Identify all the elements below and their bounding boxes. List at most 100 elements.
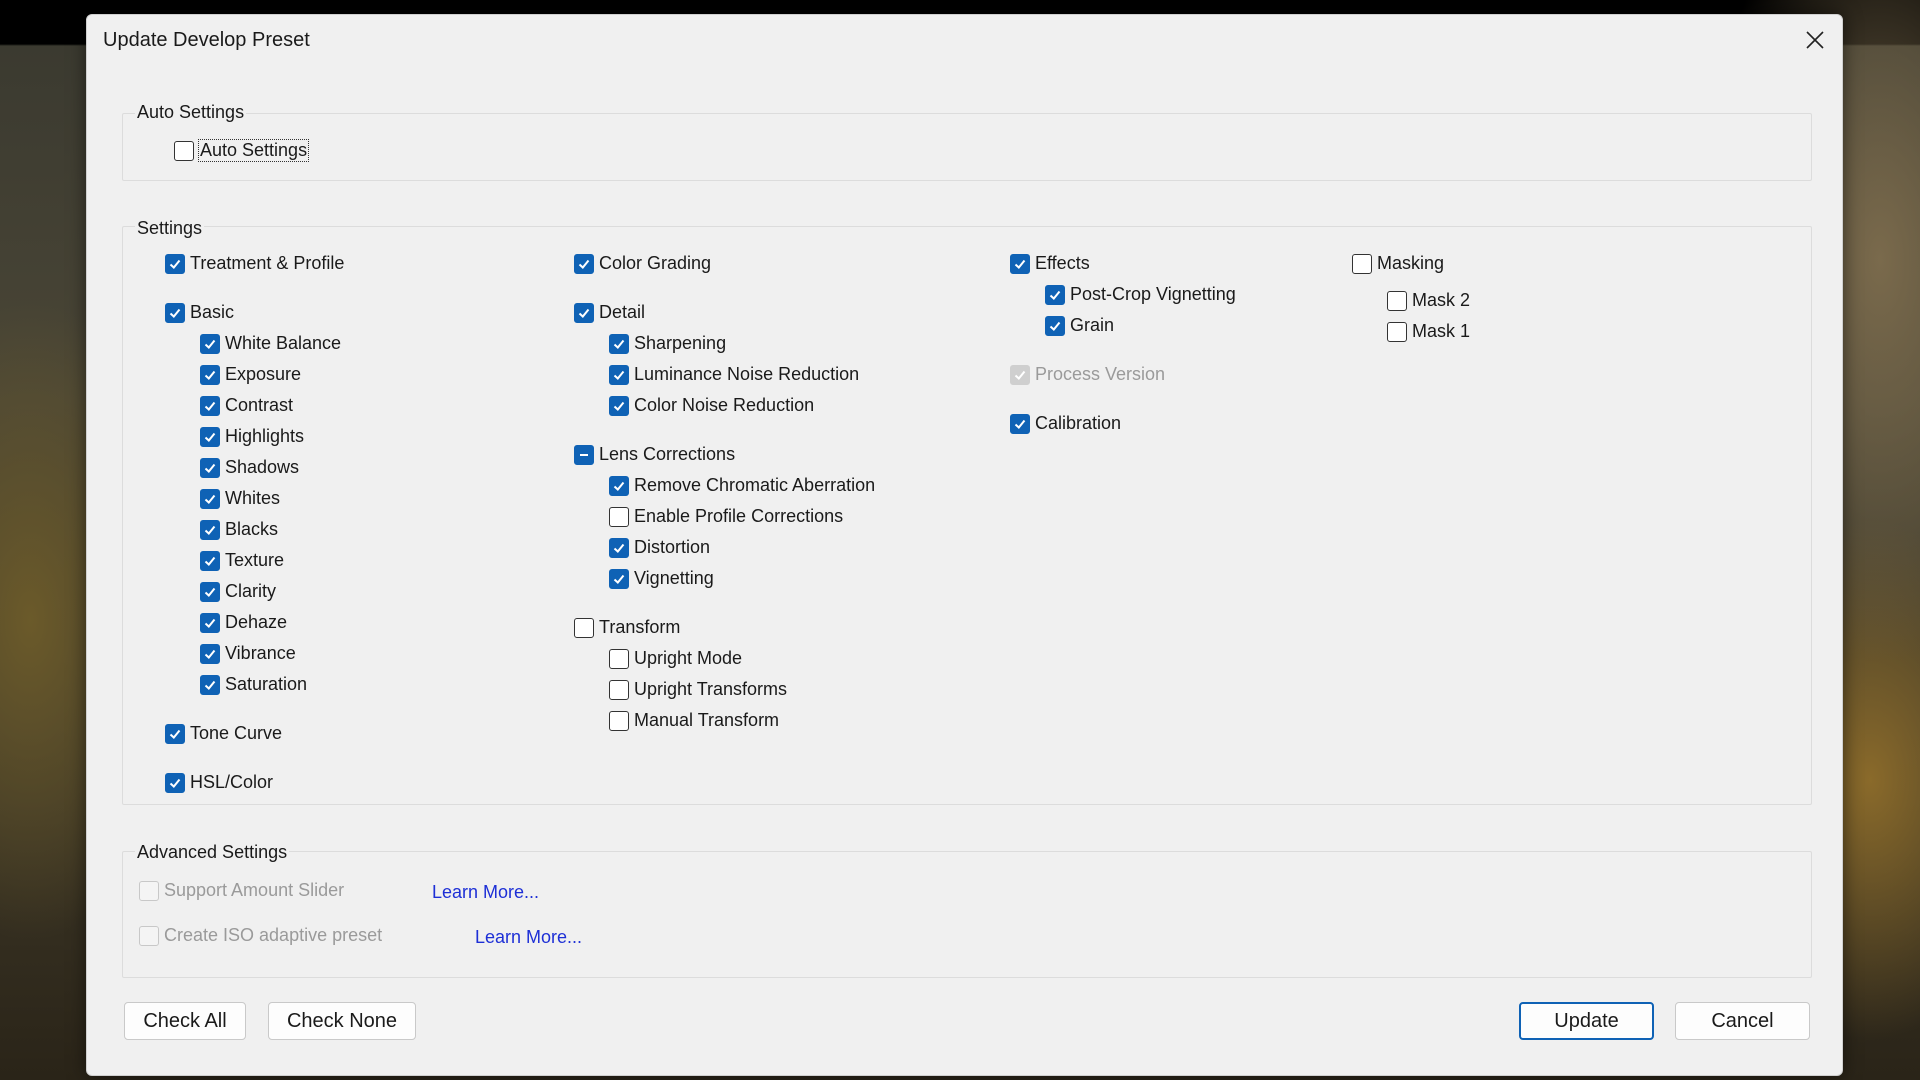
checkbox-checked-icon	[574, 302, 594, 323]
check-all-button[interactable]: Check All	[124, 1002, 246, 1040]
checkbox-hsl-color[interactable]: HSL/Color	[165, 772, 273, 793]
checkbox-label: Shadows	[225, 457, 300, 477]
checkbox-checked-icon	[609, 395, 629, 416]
checkbox-checked-icon	[200, 674, 220, 695]
checkbox-checked-icon	[200, 364, 220, 385]
checkbox-label: Color Noise Reduction	[634, 395, 815, 415]
checkbox-lens-corrections[interactable]: Lens Corrections	[574, 444, 735, 465]
checkbox-unchecked-icon	[574, 617, 594, 638]
checkbox-clarity[interactable]: Clarity	[200, 581, 276, 602]
checkbox-shadows[interactable]: Shadows	[200, 457, 299, 478]
checkbox-label: Remove Chromatic Aberration	[634, 475, 876, 495]
checkbox-unchecked-icon	[609, 710, 629, 731]
checkbox-enable-profile-corrections[interactable]: Enable Profile Corrections	[609, 506, 843, 527]
checkbox-upright-transforms[interactable]: Upright Transforms	[609, 679, 787, 700]
auto-settings-label: Auto Settings	[197, 139, 310, 162]
check-none-button[interactable]: Check None	[268, 1002, 416, 1040]
checkbox-label: Dehaze	[225, 612, 288, 632]
checkbox-unchecked-disabled-icon	[139, 925, 159, 946]
checkbox-upright-mode[interactable]: Upright Mode	[609, 648, 742, 669]
checkbox-exposure[interactable]: Exposure	[200, 364, 301, 385]
checkbox-grain[interactable]: Grain	[1045, 315, 1114, 336]
checkbox-label: Create ISO adaptive preset	[164, 925, 383, 945]
checkbox-label: Color Grading	[599, 253, 712, 273]
checkbox-checked-icon	[200, 550, 220, 571]
checkbox-label: Texture	[225, 550, 285, 570]
settings-legend: Settings	[135, 218, 205, 239]
checkbox-saturation[interactable]: Saturation	[200, 674, 307, 695]
checkbox-dehaze[interactable]: Dehaze	[200, 612, 287, 633]
checkbox-post-crop-vignetting[interactable]: Post-Crop Vignetting	[1045, 284, 1236, 305]
checkbox-label: Tone Curve	[190, 723, 283, 743]
checkbox-mask-1[interactable]: Mask 1	[1387, 321, 1470, 342]
checkbox-label: Upright Transforms	[634, 679, 788, 699]
checkbox-label: Calibration	[1035, 413, 1122, 433]
checkbox-transform[interactable]: Transform	[574, 617, 680, 638]
checkbox-checked-disabled-icon	[1010, 364, 1030, 385]
checkbox-mask-2[interactable]: Mask 2	[1387, 290, 1470, 311]
checkbox-color-noise-reduction[interactable]: Color Noise Reduction	[609, 395, 814, 416]
learn-more-link-iso-adaptive[interactable]: Learn More...	[475, 927, 582, 948]
checkbox-masking[interactable]: Masking	[1352, 253, 1444, 274]
checkbox-tone-curve[interactable]: Tone Curve	[165, 723, 282, 744]
checkbox-detail[interactable]: Detail	[574, 302, 645, 323]
checkbox-unchecked-icon	[1352, 253, 1372, 274]
checkbox-label: Manual Transform	[634, 710, 780, 730]
checkbox-label: Contrast	[225, 395, 294, 415]
update-develop-preset-dialog: Update Develop Preset Auto Settings Auto…	[86, 14, 1843, 1076]
checkbox-checked-icon	[200, 395, 220, 416]
checkbox-label: Transform	[599, 617, 681, 637]
checkbox-contrast[interactable]: Contrast	[200, 395, 293, 416]
checkbox-color-grading[interactable]: Color Grading	[574, 253, 711, 274]
checkbox-checked-icon	[609, 475, 629, 496]
close-icon[interactable]	[1800, 25, 1830, 55]
checkbox-label: Whites	[225, 488, 281, 508]
checkbox-remove-chromatic-aberration[interactable]: Remove Chromatic Aberration	[609, 475, 875, 496]
checkbox-label: Grain	[1070, 315, 1115, 335]
checkbox-effects[interactable]: Effects	[1010, 253, 1090, 274]
dialog-title: Update Develop Preset	[103, 29, 310, 51]
auto-settings-group	[122, 113, 1812, 181]
checkbox-support-amount-slider: Support Amount Slider	[139, 880, 344, 901]
checkbox-label: HSL/Color	[190, 772, 274, 792]
cancel-button[interactable]: Cancel	[1675, 1002, 1810, 1040]
checkbox-checked-icon	[1010, 413, 1030, 434]
checkbox-label: Upright Mode	[634, 648, 743, 668]
checkbox-vibrance[interactable]: Vibrance	[200, 643, 296, 664]
checkbox-checked-icon	[165, 302, 185, 323]
checkbox-label: Treatment & Profile	[190, 253, 345, 273]
checkbox-whites[interactable]: Whites	[200, 488, 280, 509]
checkbox-checked-icon	[1045, 315, 1065, 336]
checkbox-white-balance[interactable]: White Balance	[200, 333, 341, 354]
checkbox-indeterminate-icon	[574, 444, 594, 465]
advanced-settings-legend: Advanced Settings	[135, 842, 290, 863]
checkbox-distortion[interactable]: Distortion	[609, 537, 710, 558]
checkbox-unchecked-icon	[1387, 290, 1407, 311]
checkbox-checked-icon	[200, 519, 220, 540]
checkbox-treatment-profile[interactable]: Treatment & Profile	[165, 253, 344, 274]
checkbox-label: White Balance	[225, 333, 342, 353]
checkbox-calibration[interactable]: Calibration	[1010, 413, 1121, 434]
checkbox-label: Mask 2	[1412, 290, 1471, 310]
checkbox-manual-transform[interactable]: Manual Transform	[609, 710, 779, 731]
checkbox-label: Clarity	[225, 581, 277, 601]
checkbox-texture[interactable]: Texture	[200, 550, 284, 571]
checkbox-checked-icon	[200, 488, 220, 509]
checkbox-highlights[interactable]: Highlights	[200, 426, 304, 447]
checkbox-label: Masking	[1377, 253, 1445, 273]
checkbox-unchecked-disabled-icon	[139, 880, 159, 901]
checkbox-label: Luminance Noise Reduction	[634, 364, 860, 384]
settings-group	[122, 226, 1812, 805]
checkbox-luminance-noise-reduction[interactable]: Luminance Noise Reduction	[609, 364, 859, 385]
checkbox-sharpening[interactable]: Sharpening	[609, 333, 726, 354]
update-button[interactable]: Update	[1519, 1002, 1654, 1040]
checkbox-label: Sharpening	[634, 333, 727, 353]
learn-more-link-amount-slider[interactable]: Learn More...	[432, 882, 539, 903]
checkbox-basic[interactable]: Basic	[165, 302, 234, 323]
checkbox-checked-icon	[165, 723, 185, 744]
checkbox-blacks[interactable]: Blacks	[200, 519, 278, 540]
auto-settings-checkbox[interactable]: Auto Settings	[174, 139, 310, 162]
checkbox-vignetting[interactable]: Vignetting	[609, 568, 714, 589]
checkbox-checked-icon	[200, 426, 220, 447]
checkbox-label: Support Amount Slider	[164, 880, 345, 900]
